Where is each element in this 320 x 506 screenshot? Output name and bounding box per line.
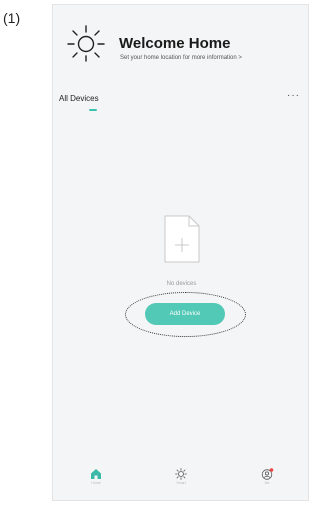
tab-indicator: [89, 109, 97, 111]
add-device-highlight: Add Device: [125, 292, 246, 337]
tab-home-label: Home: [91, 481, 101, 485]
home-location-link[interactable]: Set your home location for more informat…: [120, 55, 242, 61]
more-menu-icon[interactable]: ···: [287, 90, 300, 101]
tab-smart[interactable]: Smart: [161, 468, 201, 485]
empty-document-icon: [164, 215, 200, 263]
tab-all-devices[interactable]: All Devices: [59, 94, 99, 103]
empty-state-text: No devices: [166, 281, 197, 287]
bottom-tab-bar: Home Smart Me: [53, 464, 308, 500]
phone-screen: Welcome Home Set your home location for …: [52, 4, 309, 501]
tab-me[interactable]: Me: [247, 468, 287, 485]
notification-dot: [269, 468, 273, 472]
tab-me-label: Me: [264, 481, 270, 485]
sun-icon: [67, 25, 105, 62]
welcome-title: Welcome Home: [119, 35, 231, 52]
home-icon: [91, 469, 101, 479]
figure-label: (1): [3, 10, 21, 26]
smart-icon: [175, 468, 187, 480]
me-icon: [261, 468, 273, 480]
add-device-button[interactable]: Add Device: [145, 303, 225, 325]
tab-smart-label: Smart: [176, 481, 186, 485]
tab-home[interactable]: Home: [76, 468, 116, 485]
